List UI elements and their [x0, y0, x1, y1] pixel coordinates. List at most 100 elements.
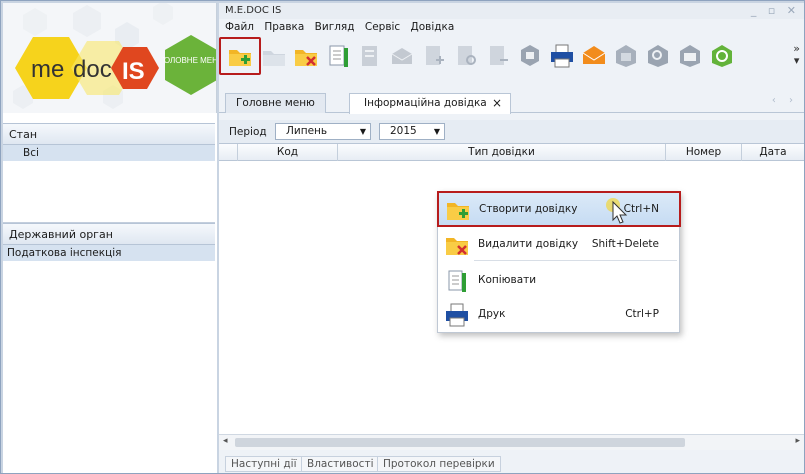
- search-icon: [648, 45, 668, 67]
- period-label: Період: [229, 126, 267, 138]
- folder-delete-icon: [446, 238, 468, 255]
- refresh-button[interactable]: [707, 41, 737, 71]
- window-title: M.E.DOC IS: [225, 5, 282, 16]
- tab-check-log[interactable]: Протокол перевірки: [377, 456, 501, 472]
- main-menu-badge[interactable]: ГОЛОВНЕ МЕНЮ: [163, 33, 217, 97]
- logo-text-doc: doc: [73, 56, 112, 83]
- printer-icon: [551, 44, 573, 68]
- menu-item-copy[interactable]: Копіювати: [438, 264, 679, 298]
- state-header: Стан: [3, 123, 215, 145]
- menu-separator: [474, 260, 677, 261]
- menu-edit[interactable]: Правка: [264, 21, 304, 33]
- tab-properties[interactable]: Властивості: [301, 456, 380, 472]
- scroll-right-icon[interactable]: ▸: [795, 436, 800, 446]
- document-icon: [362, 46, 377, 66]
- document-button[interactable]: [355, 41, 385, 71]
- tab-main-menu-label: Головне меню: [236, 97, 315, 109]
- month-select-value: Липень: [286, 125, 328, 137]
- menu-item-create-label: Створити довідку: [479, 203, 578, 215]
- year-select[interactable]: 2015 ▼: [379, 123, 445, 140]
- organ-list-area: [3, 245, 215, 473]
- send-button[interactable]: [387, 41, 417, 71]
- mouse-cursor-icon: [606, 198, 628, 224]
- copy-button[interactable]: [323, 41, 353, 71]
- tab-info-reference[interactable]: Інформаційна довідка ×: [349, 93, 511, 114]
- menu-item-print-shortcut: Ctrl+P: [625, 308, 659, 320]
- chevron-down-icon: ▼: [359, 127, 366, 136]
- menu-item-delete-reference[interactable]: Видалити довідку Shift+Delete: [438, 228, 679, 262]
- title-bar: M.E.DOC IS _ ▫ ✕: [219, 3, 804, 19]
- main-menu-badge-text: ГОЛОВНЕ МЕНЮ: [163, 56, 217, 65]
- menu-item-print[interactable]: Друк Ctrl+P: [438, 298, 679, 332]
- filter-bar: Період Липень ▼ 2015 ▼: [219, 120, 804, 144]
- tab-next-actions[interactable]: Наступні дії: [225, 456, 303, 472]
- toolbar: » ▾: [219, 35, 804, 75]
- document-tabs: Головне меню Інформаційна довідка × ‹ ›: [219, 91, 804, 114]
- menu-bar: Файл Правка Вигляд Сервіс Довідка: [219, 19, 804, 35]
- column-date[interactable]: Дата: [741, 144, 804, 161]
- column-type[interactable]: Тип довідки: [337, 144, 665, 161]
- archive-button[interactable]: [611, 41, 641, 71]
- folder-add-icon: [447, 203, 469, 220]
- folder-add-icon: [229, 50, 251, 66]
- month-select[interactable]: Липень ▼: [275, 123, 371, 140]
- export-button[interactable]: [579, 41, 609, 71]
- bottom-tabs: Наступні дії Властивості Протокол переві…: [219, 455, 804, 473]
- organ-header: Державний орган: [3, 223, 215, 245]
- horizontal-scrollbar[interactable]: ◂ ▸: [219, 434, 804, 450]
- year-select-value: 2015: [390, 125, 417, 137]
- printer-icon: [446, 303, 468, 327]
- envelope-icon: [391, 48, 413, 64]
- medoc-logo: me doc IS: [15, 37, 159, 99]
- tab-info-reference-label: Інформаційна довідка: [364, 97, 487, 109]
- state-list-area: [3, 145, 215, 223]
- add-list-button[interactable]: [419, 41, 449, 71]
- logo-text-me: me: [31, 56, 64, 83]
- menu-item-delete-shortcut: Shift+Delete: [591, 238, 659, 250]
- column-number[interactable]: Номер: [665, 144, 741, 161]
- archive-icon: [616, 45, 636, 67]
- copy-icon: [448, 270, 466, 292]
- delete-document-button[interactable]: [291, 41, 321, 71]
- logo-panel: me doc IS ГОЛОВНЕ МЕНЮ: [3, 3, 217, 113]
- tab-scroll-arrows[interactable]: ‹ ›: [772, 95, 798, 106]
- menu-file[interactable]: Файл: [225, 21, 254, 33]
- window-controls[interactable]: _ ▫ ✕: [751, 3, 800, 19]
- application-window: me doc IS ГОЛОВНЕ МЕНЮ Стан Всі Державни…: [0, 0, 805, 474]
- mail-hex-icon: [680, 45, 700, 67]
- refresh-icon: [712, 45, 732, 67]
- menu-item-create-reference[interactable]: Створити довідку Ctrl+N: [437, 191, 681, 227]
- copy-icon: [329, 45, 348, 67]
- open-button[interactable]: [259, 41, 289, 71]
- menu-help[interactable]: Довідка: [411, 21, 455, 33]
- menu-service[interactable]: Сервіс: [365, 21, 400, 33]
- tab-close-icon[interactable]: ×: [492, 94, 502, 112]
- find-button[interactable]: [451, 41, 481, 71]
- folder-icon: [263, 51, 285, 66]
- toolbar-overflow-button[interactable]: » ▾: [793, 43, 800, 67]
- mail-button[interactable]: [675, 41, 705, 71]
- sign-button[interactable]: [515, 41, 545, 71]
- list-add-icon: [426, 46, 444, 65]
- menu-view[interactable]: Вигляд: [315, 21, 355, 33]
- print-button[interactable]: [547, 41, 577, 71]
- left-sidebar: Стан Всі Державний орган Податкова інспе…: [3, 113, 217, 473]
- folder-delete-icon: [295, 50, 317, 66]
- menu-item-print-label: Друк: [478, 308, 506, 320]
- logo-text-is: IS: [122, 58, 145, 85]
- grid-header: Код Тип довідки Номер Дата: [219, 144, 804, 161]
- tab-main-menu[interactable]: Головне меню: [225, 93, 326, 113]
- new-document-button[interactable]: [225, 41, 255, 71]
- column-code[interactable]: Код: [237, 144, 337, 161]
- seal-icon: [521, 45, 539, 66]
- list-search-icon: [458, 46, 476, 65]
- list-remove-icon: [490, 46, 508, 65]
- scroll-thumb[interactable]: [235, 438, 685, 447]
- chevron-down-icon: ▼: [433, 127, 440, 136]
- envelope-orange-icon: [582, 46, 606, 64]
- menu-item-delete-label: Видалити довідку: [478, 238, 579, 250]
- remove-list-button[interactable]: [483, 41, 513, 71]
- search-button[interactable]: [643, 41, 673, 71]
- context-menu: Створити довідку Ctrl+N Видалити довідку…: [437, 191, 681, 333]
- scroll-left-icon[interactable]: ◂: [223, 436, 228, 446]
